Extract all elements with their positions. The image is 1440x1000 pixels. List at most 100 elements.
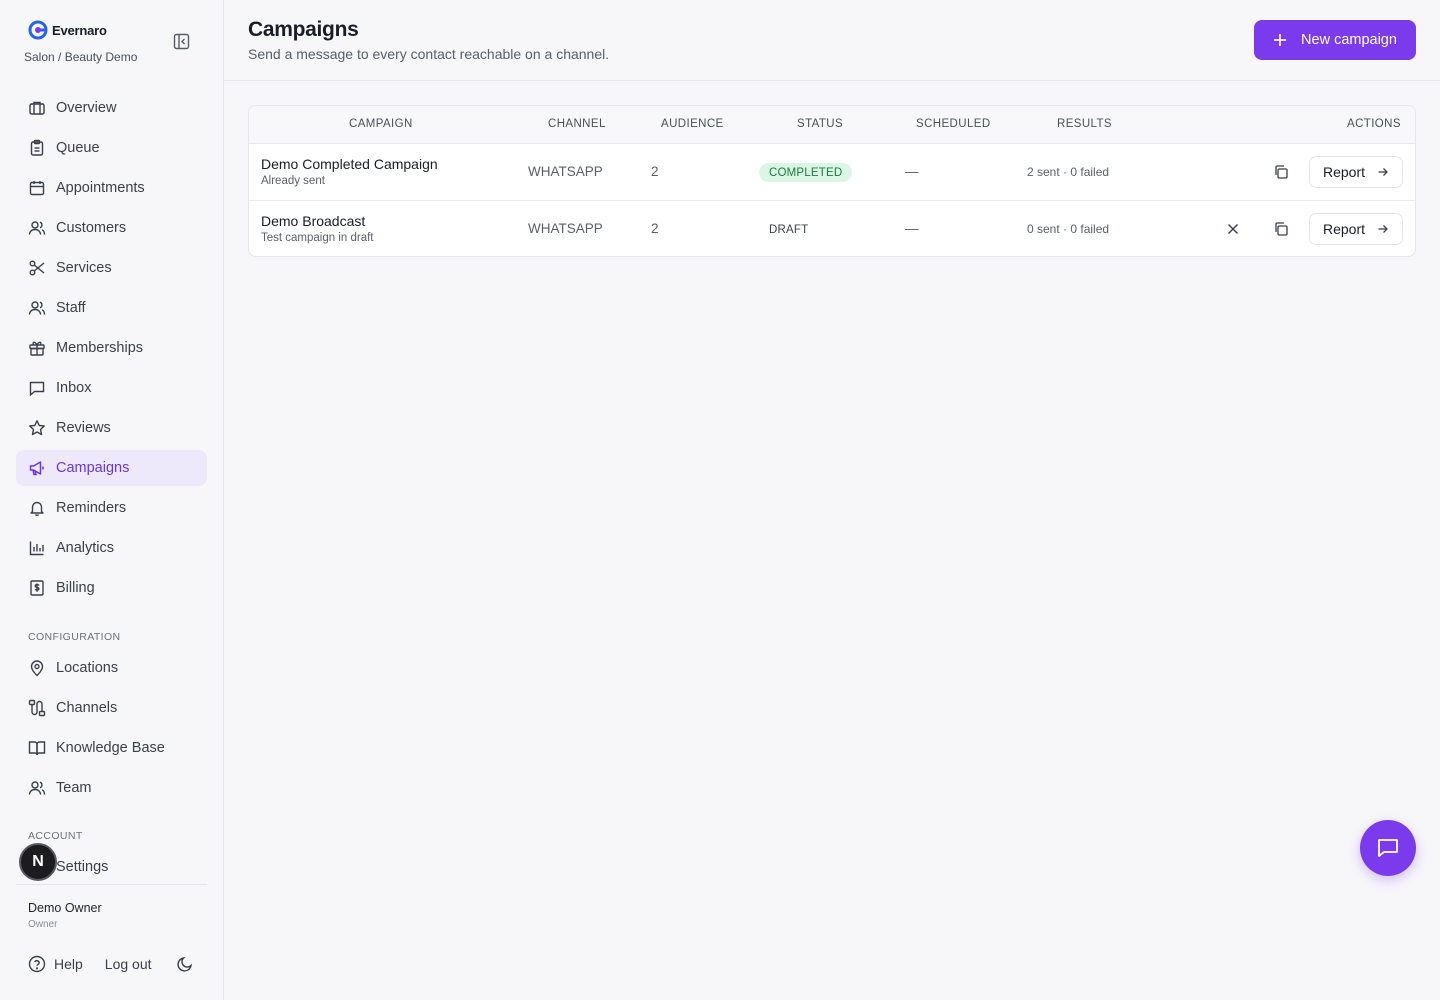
table-row[interactable]: Demo Completed Campaign Already sent WHA… <box>249 144 1415 201</box>
section-label-configuration: CONFIGURATION <box>28 631 121 643</box>
star-icon <box>28 419 46 437</box>
campaign-results: 0 sent · 0 failed <box>1027 222 1110 236</box>
map-pin-icon <box>28 659 46 677</box>
column-header-results[interactable]: RESULTS <box>1057 118 1112 130</box>
table-header: CAMPAIGN CHANNEL AUDIENCE STATUS SCHEDUL… <box>249 106 1415 144</box>
arrow-right-icon <box>1378 225 1388 233</box>
megaphone-icon <box>28 459 46 477</box>
sidebar-item-label: Reminders <box>56 500 127 516</box>
moon-icon <box>176 956 192 972</box>
sidebar-item-label: Memberships <box>56 340 144 356</box>
gift-icon <box>28 339 46 357</box>
sidebar-item-label: Analytics <box>56 540 115 556</box>
sidebar-item-campaigns[interactable]: Campaigns <box>16 450 207 486</box>
sidebar-item-inbox[interactable]: Inbox <box>16 370 207 406</box>
report-label: Report <box>1322 221 1366 237</box>
calendar-icon <box>28 179 46 197</box>
sidebar-item-analytics[interactable]: Analytics <box>16 530 207 566</box>
sidebar-item-label: Queue <box>56 140 100 156</box>
sidebar-item-appointments[interactable]: Appointments <box>16 170 207 206</box>
sidebar-item-label: Inbox <box>56 380 92 396</box>
campaign-audience: 2 <box>651 221 659 236</box>
report-button[interactable]: Report <box>1309 213 1403 245</box>
sidebar-divider <box>16 884 207 885</box>
column-header-campaign[interactable]: CAMPAIGN <box>349 118 413 130</box>
sidebar-item-label: Billing <box>56 580 95 596</box>
sidebar-item-label: Appointments <box>56 180 145 196</box>
duplicate-button[interactable] <box>1269 217 1293 241</box>
sidebar-item-billing[interactable]: Billing <box>16 570 207 606</box>
evernaro-logo-icon <box>28 20 48 40</box>
report-button[interactable]: Report <box>1309 156 1403 188</box>
campaign-channel: WHATSAPP <box>528 164 603 179</box>
sidebar-item-memberships[interactable]: Memberships <box>16 330 207 366</box>
cancel-campaign-button[interactable] <box>1221 217 1245 241</box>
sidebar-footer: Help Log out <box>28 955 194 973</box>
sidebar-item-reviews[interactable]: Reviews <box>16 410 207 446</box>
copy-icon <box>1275 222 1288 236</box>
campaign-results: 2 sent · 0 failed <box>1027 165 1110 179</box>
help-link[interactable]: Help <box>28 955 83 973</box>
workspace-name: Salon / Beauty Demo <box>24 50 138 64</box>
column-header-channel[interactable]: CHANNEL <box>548 118 606 130</box>
close-icon <box>1228 224 1238 234</box>
message-square-icon <box>28 379 46 397</box>
chat-bubble-icon <box>1378 839 1398 857</box>
sidebar-item-label: Knowledge Base <box>56 740 165 756</box>
users-icon <box>28 219 46 237</box>
sidebar-item-channels[interactable]: Channels <box>16 690 207 726</box>
campaign-description: Already sent <box>261 175 325 187</box>
logout-link[interactable]: Log out <box>105 956 152 972</box>
user-role: Owner <box>28 919 58 930</box>
section-label-account: ACCOUNT <box>28 830 83 842</box>
campaign-scheduled: — <box>905 164 919 179</box>
sidebar-item-customers[interactable]: Customers <box>16 210 207 246</box>
page-header: Campaigns Send a message to every contac… <box>224 0 1440 81</box>
campaign-name[interactable]: Demo Broadcast <box>261 213 365 229</box>
status-badge: DRAFT <box>769 223 809 236</box>
column-header-actions: ACTIONS <box>1347 118 1401 130</box>
users-icon <box>28 779 46 797</box>
new-campaign-button[interactable]: New campaign <box>1254 20 1416 60</box>
campaign-audience: 2 <box>651 164 659 179</box>
campaign-name[interactable]: Demo Completed Campaign <box>261 156 438 172</box>
sidebar-item-label: Reviews <box>56 420 111 436</box>
configuration-nav: Locations Channels Knowledge Base Team <box>16 650 207 810</box>
sidebar-item-locations[interactable]: Locations <box>16 650 207 686</box>
table-row[interactable]: Demo Broadcast Test campaign in draft WH… <box>249 201 1415 256</box>
route-icon <box>28 699 46 717</box>
brand[interactable]: Evernaro <box>28 20 107 40</box>
theme-toggle[interactable] <box>176 955 194 973</box>
report-label: Report <box>1322 164 1366 180</box>
campaign-description: Test campaign in draft <box>261 232 374 244</box>
help-circle-icon <box>28 955 46 973</box>
briefcase-icon <box>28 99 46 117</box>
sidebar-item-knowledge-base[interactable]: Knowledge Base <box>16 730 207 766</box>
status-badge: COMPLETED <box>759 163 853 182</box>
collapse-sidebar-button[interactable] <box>170 30 192 52</box>
duplicate-button[interactable] <box>1269 160 1293 184</box>
user-name: Demo Owner <box>28 901 102 915</box>
chat-button[interactable] <box>1360 820 1416 876</box>
sidebar-item-label: Customers <box>56 220 127 236</box>
sidebar-item-services[interactable]: Services <box>16 250 207 286</box>
arrow-right-icon <box>1378 168 1388 176</box>
sidebar-item-team[interactable]: Team <box>16 770 207 806</box>
campaigns-table: CAMPAIGN CHANNEL AUDIENCE STATUS SCHEDUL… <box>248 105 1416 257</box>
sidebar-item-label: Services <box>56 260 112 276</box>
column-header-audience[interactable]: AUDIENCE <box>661 118 724 130</box>
campaign-channel: WHATSAPP <box>528 221 603 236</box>
sidebar-item-label: Locations <box>56 660 119 676</box>
column-header-scheduled[interactable]: SCHEDULED <box>916 118 991 130</box>
help-label: Help <box>54 956 83 972</box>
sidebar-item-label: Settings <box>56 859 109 875</box>
book-open-icon <box>28 739 46 757</box>
sidebar-item-queue[interactable]: Queue <box>16 130 207 166</box>
copy-icon <box>1275 165 1288 179</box>
sidebar-item-reminders[interactable]: Reminders <box>16 490 207 526</box>
sidebar: Evernaro Salon / Beauty Demo Overview Qu… <box>0 0 224 1000</box>
sidebar-item-overview[interactable]: Overview <box>16 90 207 126</box>
sidebar-item-staff[interactable]: Staff <box>16 290 207 326</box>
avatar[interactable]: N <box>19 843 57 881</box>
column-header-status[interactable]: STATUS <box>797 118 843 130</box>
